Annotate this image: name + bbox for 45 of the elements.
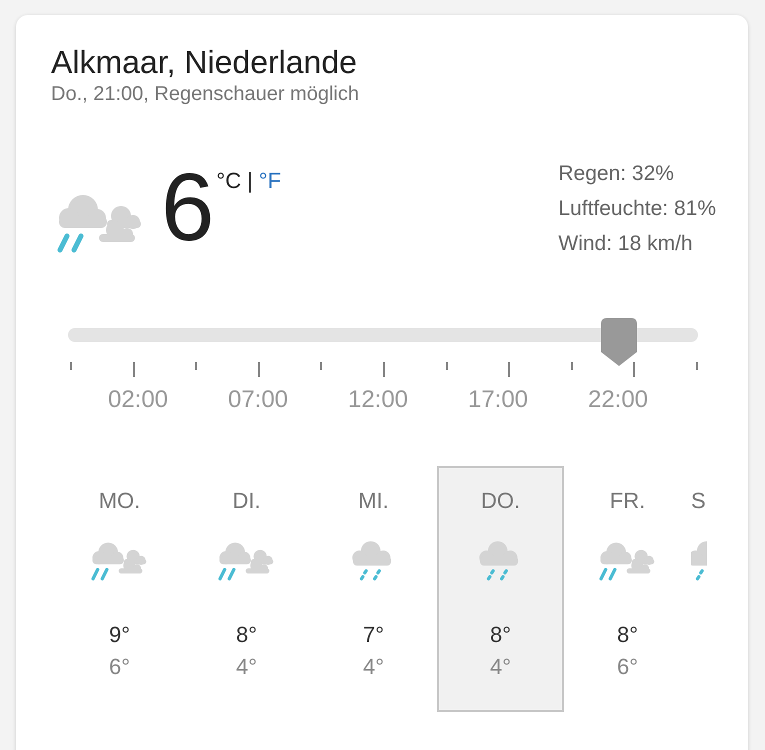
- low-temperature: 6°: [616, 654, 638, 680]
- unit-toggle[interactable]: °C: [216, 168, 242, 194]
- day-name: S: [691, 488, 706, 514]
- weather-detail: Regen: 32%: [558, 161, 675, 187]
- time-label: 07:00: [228, 386, 288, 414]
- high-temperature: 7°: [362, 622, 384, 648]
- tick-mark: [195, 362, 198, 370]
- day-name: DO.: [480, 488, 520, 514]
- high-temperature: 8°: [236, 622, 258, 648]
- tick-mark: [446, 362, 448, 370]
- high-temperature: 8°: [490, 622, 512, 648]
- tick-mark: [320, 362, 322, 370]
- tick-mark: [70, 362, 72, 370]
- location-title: Alkmaar, Niederlande: [51, 43, 358, 81]
- current-temperature: 6: [161, 160, 214, 256]
- low-temperature: 4°: [236, 654, 258, 680]
- unit-separator: |: [247, 168, 253, 194]
- low-temperature: 6°: [108, 654, 130, 680]
- time-label: 02:00: [108, 386, 168, 414]
- weather-detail: Wind: 18 km/h: [558, 231, 694, 257]
- day-name: MO.: [98, 488, 140, 514]
- tick-mark: [132, 362, 135, 377]
- low-temperature: 4°: [362, 654, 384, 680]
- day-name: DI.: [232, 488, 261, 514]
- day-name: MI.: [358, 488, 389, 514]
- condition-subtitle: Do., 21:00, Regenschauer möglich: [51, 83, 360, 106]
- tick-mark: [258, 362, 260, 377]
- tick-mark: [696, 362, 698, 370]
- tick-mark: [382, 362, 385, 377]
- day-name: FR.: [610, 488, 646, 514]
- high-temperature: 8°: [616, 622, 638, 648]
- low-temperature: 4°: [490, 654, 512, 680]
- time-slider-track[interactable]: [68, 328, 698, 342]
- time-label: 12:00: [348, 386, 408, 414]
- high-temperature: 9°: [108, 622, 130, 648]
- tick-mark: [508, 362, 510, 377]
- weather-detail: Luftfeuchte: 81%: [558, 196, 716, 222]
- tick-mark: [633, 362, 636, 377]
- day-forecast[interactable]: S: [691, 466, 711, 712]
- tick-mark: [570, 362, 573, 370]
- unit-toggle[interactable]: °F: [258, 168, 282, 194]
- time-label: 17:00: [468, 386, 528, 414]
- time-label: 22:00: [588, 386, 648, 414]
- slider-handle[interactable]: [600, 318, 637, 366]
- day-forecast[interactable]: DO. 8° 4°: [437, 466, 564, 712]
